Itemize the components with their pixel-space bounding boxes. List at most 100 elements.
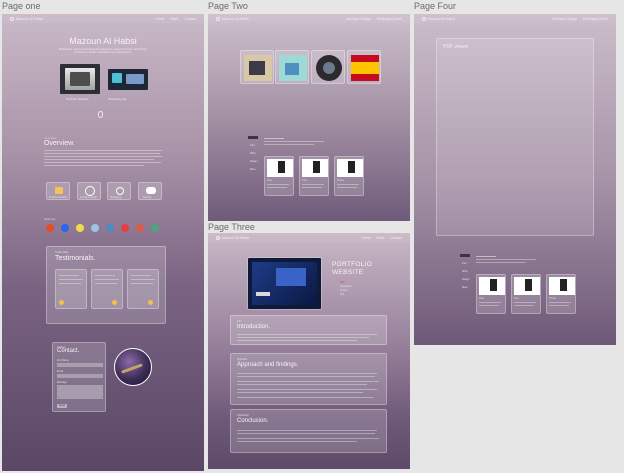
- testimonials-eyebrow: Testimonials: [55, 251, 69, 254]
- hero-list-4: Site: [340, 293, 345, 296]
- profile-icon: [55, 187, 63, 194]
- section-conclusion: Conclusion Conclusion.: [230, 409, 387, 453]
- frame-label-four[interactable]: Page Four: [414, 1, 456, 11]
- skill-label-3: Bricklaying: [110, 196, 122, 199]
- nav-link-2[interactable]: Bricklaying Work: [583, 17, 608, 21]
- side-tab-2[interactable]: Work: [462, 270, 468, 273]
- frame-label-one[interactable]: Page one: [2, 1, 41, 11]
- message-field[interactable]: [57, 385, 103, 399]
- first-name-field[interactable]: [57, 363, 103, 367]
- logo[interactable]: Mazoun Al Habsi: [10, 16, 43, 21]
- project-caption-1[interactable]: Portfolio Website: [66, 97, 89, 101]
- gallery-thumb-4[interactable]: [347, 50, 381, 84]
- gallery-thumb-1[interactable]: [240, 50, 274, 84]
- project-thumb-1[interactable]: [60, 64, 100, 94]
- hero-title: Mazoun Al Habsi: [69, 36, 137, 46]
- logo[interactable]: Mazoun Al Habsi: [216, 16, 249, 21]
- tools-label: Tools I use: [44, 218, 56, 221]
- nav-link-contact[interactable]: Contact: [184, 17, 196, 21]
- work-card-1[interactable]: One: [264, 156, 294, 196]
- contact-label-message: Message: [57, 381, 67, 384]
- side-tab-active[interactable]: [248, 136, 258, 139]
- skill-tile-3[interactable]: Bricklaying: [107, 182, 131, 200]
- gallery-thumb-2[interactable]: [275, 50, 309, 84]
- work-card-2[interactable]: Two: [299, 156, 329, 196]
- nav: Mazoun Al Habsi Interface Design Brickla…: [414, 14, 616, 23]
- testimonial-3: [127, 269, 159, 309]
- hero-list-3: Project: [340, 289, 348, 292]
- logo-text: Mazoun Al Habsi: [428, 16, 455, 21]
- react-icon: [121, 224, 129, 232]
- nav: Mazoun Al Habsi Interface Design Brickla…: [208, 14, 410, 23]
- doc-card-1[interactable]: One: [476, 274, 506, 314]
- target-icon: [116, 187, 124, 195]
- cube-icon: [85, 186, 95, 196]
- logo[interactable]: Mazoun Al Habsi: [216, 235, 249, 240]
- controller-icon: [146, 187, 156, 194]
- send-button[interactable]: Send: [57, 404, 67, 408]
- section-title-1: Introduction.: [237, 324, 271, 330]
- skill-tile-4[interactable]: Gaming: [138, 182, 162, 200]
- pdf-viewer[interactable]: PDF viewer: [436, 38, 594, 236]
- html-icon: [46, 224, 54, 232]
- project-caption-2[interactable]: Wellbeing app: [108, 97, 127, 101]
- js-icon: [76, 224, 84, 232]
- nav-link-work[interactable]: Work: [376, 236, 384, 240]
- nav-link-home[interactable]: Home: [361, 236, 370, 240]
- contact-label-first-name: First Name: [57, 359, 69, 362]
- testimonial-2: [91, 269, 123, 309]
- logo-icon: [422, 16, 426, 21]
- hero-list-2: Description: [340, 285, 352, 288]
- avatar: [59, 300, 64, 305]
- side-tab-3[interactable]: Design: [462, 278, 469, 281]
- doc-card-2[interactable]: Two: [511, 274, 541, 314]
- skill-tile-1[interactable]: Portfolio Website: [46, 182, 70, 200]
- doc-card-title-2: Two: [514, 297, 519, 300]
- project-thumb-2[interactable]: [108, 69, 148, 90]
- testimonials-card: Testimonials Testimonials.: [46, 246, 166, 324]
- logo-icon: [216, 16, 220, 21]
- side-tab-1[interactable]: Intro: [250, 144, 255, 147]
- logo-icon: [216, 235, 220, 240]
- nav-link-home[interactable]: Home: [155, 17, 164, 21]
- side-tab-3[interactable]: Design: [250, 160, 257, 163]
- nav-link-2[interactable]: Bricklaying Work: [377, 17, 402, 21]
- frame-label-two[interactable]: Page Two: [208, 1, 248, 11]
- side-tab-2[interactable]: Work: [250, 152, 256, 155]
- testimonials-title: Testimonials.: [55, 255, 96, 262]
- side-tab-4[interactable]: More: [250, 168, 255, 171]
- frame-label-three[interactable]: Page Three: [208, 222, 255, 232]
- hero-mockup: [248, 258, 321, 309]
- nav-links: Home Work Contact: [155, 17, 196, 21]
- pdf-viewer-label: PDF viewer: [443, 44, 469, 50]
- nav: Mazoun Al Habsi Home Work Contact: [2, 14, 204, 23]
- nav-link-1[interactable]: Interface Design: [552, 17, 577, 21]
- side-tab-active[interactable]: [460, 254, 470, 257]
- side-tab-1[interactable]: Intro: [462, 262, 467, 265]
- side-tab-4[interactable]: More: [462, 286, 467, 289]
- doc-card-3[interactable]: Three: [546, 274, 576, 314]
- doc-card-title-3: Three: [549, 297, 556, 300]
- hero-subtitle: Multimedia, Game and interaction designe…: [58, 47, 148, 55]
- nav-link-1[interactable]: Interface Design: [346, 17, 371, 21]
- skill-tile-2[interactable]: Interface Design: [77, 182, 101, 200]
- nav-link-contact[interactable]: Contact: [390, 236, 402, 240]
- page-four: Mazoun Al Habsi Interface Design Brickla…: [414, 14, 616, 345]
- logo-text: Mazoun Al Habsi: [222, 235, 249, 240]
- skill-label-2: Interface Design: [80, 196, 98, 199]
- nav-link-work[interactable]: Work: [170, 17, 178, 21]
- logo[interactable]: Mazoun Al Habsi: [422, 16, 455, 21]
- section-introduction: Intro Introduction.: [230, 315, 387, 345]
- hero-list-1: Role: [340, 281, 345, 284]
- nav: Mazoun Al Habsi Home Work Contact: [208, 233, 410, 242]
- avatar: [148, 300, 153, 305]
- figma-icon: [91, 224, 99, 232]
- nav-links: Home Work Contact: [361, 236, 402, 240]
- python-icon: [106, 224, 114, 232]
- nav-links: Interface Design Bricklaying Work: [346, 17, 402, 21]
- section-title-3: Conclusion.: [237, 418, 269, 424]
- email-field[interactable]: [57, 374, 103, 378]
- hero: Mazoun Al Habsi Multimedia, Game and int…: [2, 36, 204, 55]
- work-card-3[interactable]: Three: [334, 156, 364, 196]
- gallery-thumb-3[interactable]: [311, 50, 345, 84]
